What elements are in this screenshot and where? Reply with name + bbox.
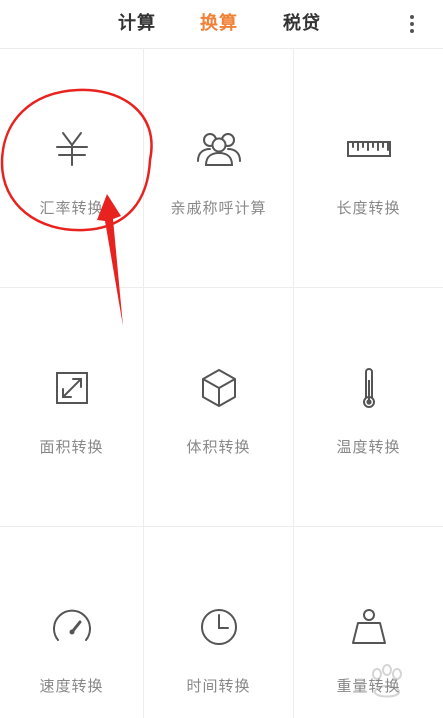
clock-icon [200,609,237,645]
thermometer-icon [362,368,375,408]
grid-item-label: 汇率转换 [39,199,104,217]
ruler-icon [346,141,391,157]
grid-item-relatives[interactable]: 亲戚称呼计算 [144,49,294,288]
grid-item-label: 面积转换 [39,438,104,456]
grid-item-label: 亲戚称呼计算 [170,199,267,217]
tab-calculate[interactable]: 计算 [118,9,156,35]
more-vertical-icon [410,15,414,33]
grid-item-time[interactable]: 时间转换 [144,527,294,718]
expand-icon [55,372,88,404]
grid-item-volume[interactable]: 体积转换 [144,288,294,527]
grid-item-area[interactable]: 面积转换 [0,288,144,527]
grid-item-label: 长度转换 [336,199,401,217]
tab-tax-loan[interactable]: 税贷 [283,9,321,35]
grid-item-label: 时间转换 [186,677,251,695]
grid-item-label: 温度转换 [336,438,401,456]
grid-item-temperature[interactable]: 温度转换 [294,288,443,527]
grid-item-exchange-rate[interactable]: 汇率转换 [0,49,144,288]
tab-convert[interactable]: 换算 [200,9,238,35]
more-menu-button[interactable] [402,12,422,36]
grid-item-speed[interactable]: 速度转换 [0,527,144,718]
people-icon [196,133,241,166]
weight-icon [351,609,386,644]
top-tab-bar: 计算 换算 税贷 [0,0,443,49]
watermark-logo-icon [372,664,402,698]
grid-item-length[interactable]: 长度转换 [294,49,443,288]
converter-grid: 汇率转换 亲戚称呼计算 长度转换 面积转换 体积转换 温度转换 速度转换 时间转… [0,49,443,718]
yuan-icon [55,132,88,166]
grid-item-label: 体积转换 [186,438,251,456]
cube-icon [201,369,236,407]
grid-item-label: 速度转换 [39,677,104,695]
speedometer-icon [52,609,91,641]
